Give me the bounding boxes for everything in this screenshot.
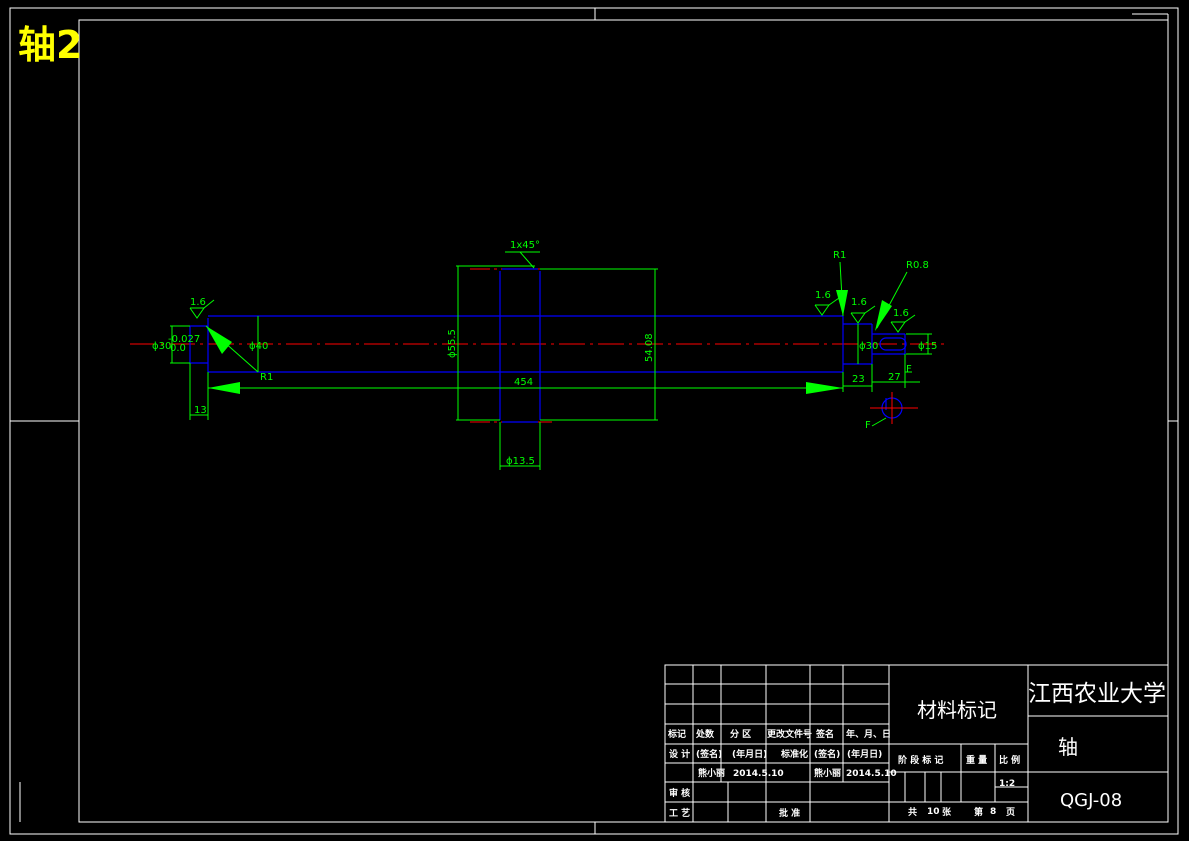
material-mark: 材料标记 — [917, 698, 997, 722]
drawing-number: QGJ-08 — [1060, 790, 1122, 811]
design-date-2: 2014.5.10 — [846, 769, 897, 779]
chamfer-label: 1x45° — [510, 240, 540, 251]
part-name: 轴 — [1058, 735, 1078, 759]
row-label-count: 处数 — [695, 728, 715, 740]
radius-r1-right-label: R1 — [833, 250, 846, 261]
dimension-lines — [170, 251, 932, 470]
roughness-label-2: 1.6 — [815, 290, 831, 301]
sheet-number: 8 — [990, 807, 996, 817]
process-label: 工 艺 — [669, 807, 690, 819]
date-label-1: (年月日) — [732, 748, 767, 760]
roughness-label-1: 1.6 — [190, 297, 206, 308]
row-label-sign: 签名 — [815, 728, 834, 740]
section-f-label-1: F — [906, 364, 912, 375]
standard-label: 标准化 — [780, 748, 808, 760]
date-label-2: (年月日) — [847, 748, 882, 760]
sign-label-2: (签名) — [814, 748, 840, 760]
review-label: 审 核 — [669, 787, 690, 799]
section-f-label-2: F — [865, 420, 871, 431]
drawing-frame — [9, 7, 1179, 835]
designer-name-2: 熊小丽 — [814, 767, 841, 779]
stage-mark-label: 阶 段 标 记 — [898, 754, 943, 766]
weight-label: 重 量 — [966, 754, 987, 766]
row-label-change-doc: 更改文件号 — [767, 728, 812, 740]
school-name: 江西农业大学 — [1028, 681, 1166, 707]
dia-40-label: ϕ40 — [249, 341, 268, 352]
row-label-date: 年、月、日 — [846, 728, 891, 740]
length-13-label: 13 — [194, 405, 207, 416]
drawing-title: 轴2 — [18, 23, 82, 67]
design-label: 设 计 — [669, 748, 690, 760]
row-label-mark: 标记 — [667, 728, 686, 740]
roughness-label-3: 1.6 — [851, 297, 867, 308]
designer-name: 熊小丽 — [698, 767, 725, 779]
roughness-label-4: 1.6 — [893, 308, 909, 319]
total-suffix: 张 — [942, 806, 952, 818]
length-27-label: 27 — [888, 372, 901, 383]
dia-15-label: ϕ15 — [918, 341, 937, 352]
length-454-label: 454 — [514, 377, 533, 388]
total-prefix: 共 — [908, 806, 917, 818]
engineering-drawing: 轴2 1x45° R1 R1 R0.8 1.6 1.6 1.6 1.6 ϕ30 … — [9, 7, 1179, 835]
dia-555-label: ϕ55.5 — [447, 329, 458, 358]
approve-label: 批 准 — [779, 807, 800, 819]
design-date: 2014.5.10 — [733, 769, 784, 779]
scale-label: 比 例 — [999, 754, 1020, 766]
sign-label-1: (签名) — [696, 748, 722, 760]
sheet-suffix: 页 — [1006, 807, 1015, 818]
length-23-label: 23 — [852, 374, 865, 385]
shaft-outline — [189, 268, 907, 423]
row-label-zone: 分 区 — [730, 728, 751, 740]
dia-30-right-label: ϕ30 — [859, 341, 878, 352]
radius-r08-label: R0.8 — [906, 260, 929, 271]
tolerance-lower-label: 0.0 — [170, 343, 186, 354]
arrowheads — [206, 290, 892, 394]
scale-value: 1:2 — [999, 779, 1015, 789]
total-sheets: 10 — [927, 807, 940, 817]
title-block-text: 江西农业大学 材料标记 轴 QGJ-08 标记 处数 分 区 更改文件号 签名 … — [667, 681, 1166, 819]
sheet-prefix: 第 — [974, 806, 983, 818]
dia-5408-label: 54.08 — [644, 333, 655, 362]
dia-135-label: ϕ13.5 — [506, 456, 535, 467]
radius-r1-left-label: R1 — [260, 372, 273, 383]
